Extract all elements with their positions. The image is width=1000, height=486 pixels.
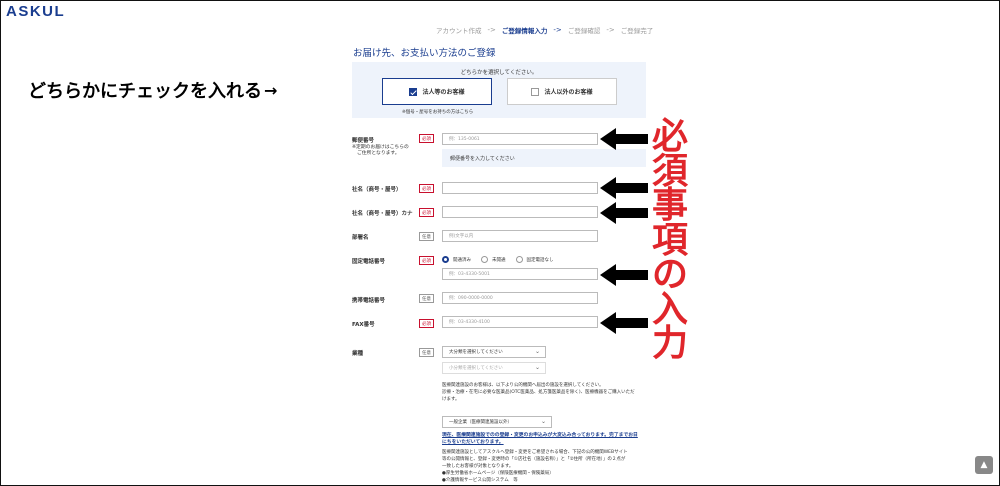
care-info-link[interactable]: ●介護情報サービス公開システム 等 (442, 477, 650, 484)
arrow-left-icon (600, 312, 648, 334)
medical-warning-line: 現在、医療関連施設でのの登録・変更のお申込みが大変込み合っております。完了までお… (442, 433, 638, 438)
mhlw-link[interactable]: ●厚生労働省ホームページ（保険医療機関・保険薬局） (442, 470, 650, 477)
optional-badge: 任意 (419, 294, 434, 303)
step-account: アカウント作成 (436, 27, 482, 35)
medical-intro-line: 医療関連施設のお客様は、以下より公的機関へ届出の施設を選択してください。 (442, 383, 604, 388)
scroll-to-top-button[interactable]: ▲ (975, 456, 993, 474)
industry-major-select[interactable]: 大分類を選択してください ⌄ (442, 346, 546, 358)
checkbox-checked-icon[interactable] (409, 87, 418, 96)
company-name-input[interactable] (442, 182, 598, 194)
company-name-label: 社名（商号・屋号） (352, 187, 402, 193)
annotation-char: 必 (651, 116, 688, 157)
radio-opened-label: 開通済み (453, 257, 471, 263)
chevron-down-icon: ⌄ (534, 364, 540, 371)
chevron-up-icon: ▲ (980, 460, 988, 470)
customer-type-panel: どちらかを選択してください。 法人等のお客様 法人以外のお客様 ※個号・屋号をお… (352, 62, 646, 118)
phone-input[interactable]: 例：03-4330-5001 (442, 268, 598, 280)
radio-icon[interactable] (481, 256, 488, 263)
phone-status-radios: 開通済み 未開通 固定電話なし (442, 256, 564, 263)
radio-not-opened[interactable]: 未開通 (481, 256, 506, 263)
radio-opened[interactable]: 開通済み (442, 256, 471, 263)
required-badge: 必須 (419, 134, 434, 143)
form-title: お届け先、お支払い方法のご登録 (353, 48, 496, 59)
annotation-char: 項 (651, 219, 688, 261)
medical-warning: 現在、医療関連施設でのの登録・変更のお申込みが大変込み合っております。完了までお… (442, 432, 650, 446)
step-arrow-icon: -> (553, 26, 562, 34)
required-badge: 必須 (419, 208, 434, 217)
annotation-char: 力 (651, 323, 688, 364)
required-badge: 必須 (419, 319, 434, 328)
sole-proprietor-link[interactable]: ※個号・屋号をお持ちの方はこちら (402, 109, 473, 115)
medical-facility-value: 一般企業（医療関連施設以外） (449, 420, 512, 425)
required-badge: 必須 (419, 184, 434, 193)
arrow-left-icon (600, 264, 648, 286)
step-confirm: ご登録確認 (567, 27, 601, 35)
checkbox-icon[interactable] (531, 87, 540, 96)
annotation-char: の (651, 254, 688, 295)
annotation-char: 入 (651, 288, 688, 330)
individual-customer-option[interactable]: 法人以外のお客様 (507, 78, 617, 105)
postal-hint: 郵便番号を入力してください (442, 149, 646, 167)
medical-details-line: 医療関連施設としてアスクルへ登録・変更をご希望される場合、下記の公的機関WEBサ… (442, 450, 628, 455)
radio-icon[interactable] (515, 256, 523, 263)
arrow-left-icon (600, 202, 648, 224)
step-info-entry: ご登録情報入力 (501, 27, 548, 35)
medical-facility-select[interactable]: 一般企業（医療関連施設以外） ⌄ (442, 416, 552, 428)
step-arrow-icon: -> (606, 26, 615, 34)
radio-selected-icon[interactable] (442, 256, 449, 263)
radio-no-landline-label: 固定電話なし (526, 257, 554, 263)
mobile-input[interactable]: 例：090-0000-0000 (442, 292, 598, 304)
department-input[interactable]: 例)文字以内 (442, 230, 598, 242)
company-kana-input[interactable] (442, 206, 598, 218)
corporate-customer-option[interactable]: 法人等のお客様 (382, 78, 492, 105)
industry-minor-value: 小分類を選択してください (449, 366, 503, 371)
arrow-left-icon (600, 128, 648, 150)
industry-label: 業種 (352, 351, 364, 357)
progress-steps: アカウント作成 -> ご登録情報入力 -> ご登録確認 -> ご登録完了 (436, 25, 653, 35)
department-label: 部署名 (352, 235, 369, 241)
radio-no-landline[interactable]: 固定電話なし (515, 256, 554, 263)
postal-note-2: ご住所となります。 (357, 151, 400, 156)
chevron-down-icon: ⌄ (534, 348, 540, 355)
medical-details: 医療関連施設としてアスクルへ登録・変更をご希望される場合、下記の公的機関WEBサ… (442, 449, 650, 484)
medical-intro-line: 診療・治療・在宅に必要な医薬品(OTC医薬品、処方箋医薬品を除く)、医療機器をご… (442, 390, 635, 395)
optional-badge: 任意 (419, 232, 434, 241)
step-arrow-icon: -> (487, 26, 496, 34)
fax-input[interactable]: 例：03-4330-4100 (442, 316, 598, 328)
annotation-check-text: どちらかにチェックを入れる (28, 81, 262, 102)
chevron-down-icon: ⌄ (540, 418, 546, 425)
fax-label: FAX番号 (352, 322, 375, 328)
industry-major-value: 大分類を選択してください (449, 350, 503, 355)
required-badge: 必須 (419, 256, 434, 265)
medical-details-line: 等の公開情報と、登録・変更時の「①店社名（施設名称）」と「②住所（所在地）」の２… (442, 457, 626, 462)
annotation-char: 事 (651, 185, 688, 226)
industry-minor-select[interactable]: 小分類を選択してください ⌄ (442, 362, 546, 374)
optional-badge: 任意 (419, 348, 434, 357)
annotation-char: 須 (651, 150, 688, 192)
step-complete: ご登録完了 (620, 27, 654, 35)
askul-logo[interactable]: ASKUL (6, 3, 65, 20)
annotation-required-fields: 必 須 事 項 の 入 力 (648, 119, 692, 361)
medical-intro-line: けます。 (442, 397, 460, 402)
arrow-right-icon: → (264, 80, 278, 100)
corporate-customer-label: 法人等のお客様 (422, 89, 465, 96)
radio-not-opened-label: 未開通 (492, 257, 506, 263)
arrow-left-icon (600, 177, 648, 199)
medical-details-line: 一致したお客様が対象となります。 (442, 464, 514, 469)
medical-intro: 医療関連施設のお客様は、以下より公的機関へ届出の施設を選択してください。 診療・… (442, 382, 650, 403)
phone-label: 固定電話番号 (352, 259, 386, 265)
company-kana-label: 社名（商号・屋号）カナ (352, 211, 413, 217)
medical-warning-line: にちをいただいております。 (442, 440, 504, 445)
individual-customer-label: 法人以外のお客様 (544, 89, 593, 96)
customer-type-prompt: どちらかを選択してください。 (460, 70, 538, 76)
mobile-label: 携帯電話番号 (352, 298, 386, 304)
postal-input[interactable]: 例：135-0061 (442, 133, 598, 145)
postal-label: 郵便番号 (352, 138, 375, 144)
annotation-check-instruction: どちらかにチェックを入れる → (28, 77, 277, 103)
